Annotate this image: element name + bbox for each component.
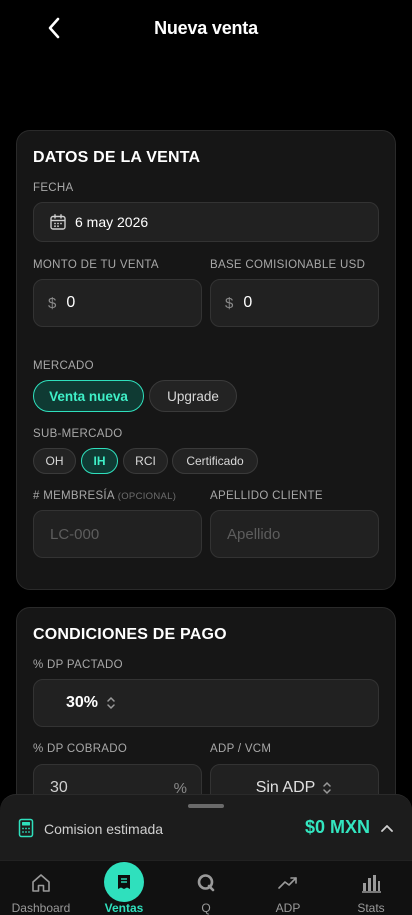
- sheet-grabber[interactable]: [188, 804, 224, 808]
- bottom-nav: Dashboard Ventas Q ADP Stats: [0, 860, 412, 915]
- chevron-up-icon[interactable]: [380, 823, 394, 833]
- dp-agreed-select[interactable]: 30%: [33, 679, 379, 727]
- amount-input[interactable]: $ 0: [33, 279, 202, 327]
- membership-placeholder: LC-000: [50, 525, 100, 543]
- nav-item-ventas[interactable]: Ventas: [84, 861, 164, 915]
- payment-conditions-title: CONDICIONES DE PAGO: [33, 626, 227, 643]
- amount-value: 0: [66, 294, 76, 311]
- market-option-venta-nueva[interactable]: Venta nueva: [33, 380, 144, 412]
- base-value: 0: [243, 294, 253, 311]
- sale-details-card: DATOS DE LA VENTA FECHA 6 may 2026 MONTO…: [16, 130, 396, 590]
- lastname-input[interactable]: Apellido: [210, 510, 379, 558]
- nav-item-stats[interactable]: Stats: [331, 861, 411, 915]
- amount-currency-symbol: $: [48, 294, 57, 312]
- nav-label-dashboard: Dashboard: [11, 901, 71, 915]
- date-field[interactable]: 6 may 2026: [33, 202, 379, 242]
- page-title: Nueva venta: [154, 18, 258, 38]
- date-label: FECHA: [33, 182, 74, 194]
- base-label: BASE COMISIONABLE USD: [210, 259, 366, 271]
- base-input[interactable]: $ 0: [210, 279, 379, 327]
- submarket-option-oh[interactable]: OH: [33, 448, 76, 474]
- date-value: 6 may 2026: [75, 214, 149, 230]
- lastname-placeholder: Apellido: [227, 525, 281, 543]
- submarket-label: SUB-MERCADO: [33, 428, 123, 440]
- membership-label: # MEMBRESÍA (OPCIONAL): [33, 490, 176, 502]
- chevron-updown-icon: [107, 696, 115, 710]
- market-option-upgrade[interactable]: Upgrade: [149, 380, 237, 412]
- commission-sheet[interactable]: Comision estimada $0 MXN: [0, 794, 412, 860]
- amount-label: MONTO DE TU VENTA: [33, 259, 159, 271]
- calculator-icon: [18, 818, 34, 838]
- adp-label: ADP / VCM: [210, 743, 272, 755]
- membership-optional-tag: (OPCIONAL): [117, 491, 177, 502]
- dp-collected-label: % DP COBRADO: [33, 743, 128, 755]
- q-icon: [197, 874, 215, 892]
- nav-item-q[interactable]: Q: [166, 861, 246, 915]
- nav-label-q: Q: [201, 901, 211, 915]
- nav-label-stats: Stats: [357, 901, 385, 915]
- nav-item-dashboard[interactable]: Dashboard: [1, 861, 81, 915]
- chevron-updown-icon: [323, 781, 332, 795]
- commission-value: $0 MXN: [304, 817, 370, 837]
- base-currency-symbol: $: [225, 294, 234, 312]
- nav-label-ventas: Ventas: [104, 901, 144, 915]
- nav-item-adp[interactable]: ADP: [248, 861, 328, 915]
- submarket-option-rci[interactable]: RCI: [123, 448, 168, 474]
- receipt-icon: [118, 875, 130, 889]
- trend-icon: [278, 877, 297, 889]
- header: Nueva venta: [0, 0, 412, 60]
- membership-input[interactable]: LC-000: [33, 510, 202, 558]
- dp-agreed-value: 30%: [66, 694, 99, 711]
- dp-agreed-label: % DP PACTADO: [33, 659, 123, 671]
- market-label: MERCADO: [33, 360, 94, 372]
- calendar-icon: [50, 214, 66, 230]
- home-icon: [32, 874, 50, 892]
- lastname-label: APELLIDO CLIENTE: [210, 490, 323, 502]
- nav-label-adp: ADP: [275, 901, 301, 915]
- bar-chart-icon: [362, 875, 381, 893]
- submarket-option-ih[interactable]: IH: [81, 448, 118, 474]
- submarket-option-certificado[interactable]: Certificado: [172, 448, 258, 474]
- ventas-fab[interactable]: [104, 862, 144, 902]
- sale-details-title: DATOS DE LA VENTA: [33, 149, 201, 166]
- membership-label-text: # MEMBRESÍA: [33, 490, 115, 502]
- commission-label: Comision estimada: [44, 821, 164, 837]
